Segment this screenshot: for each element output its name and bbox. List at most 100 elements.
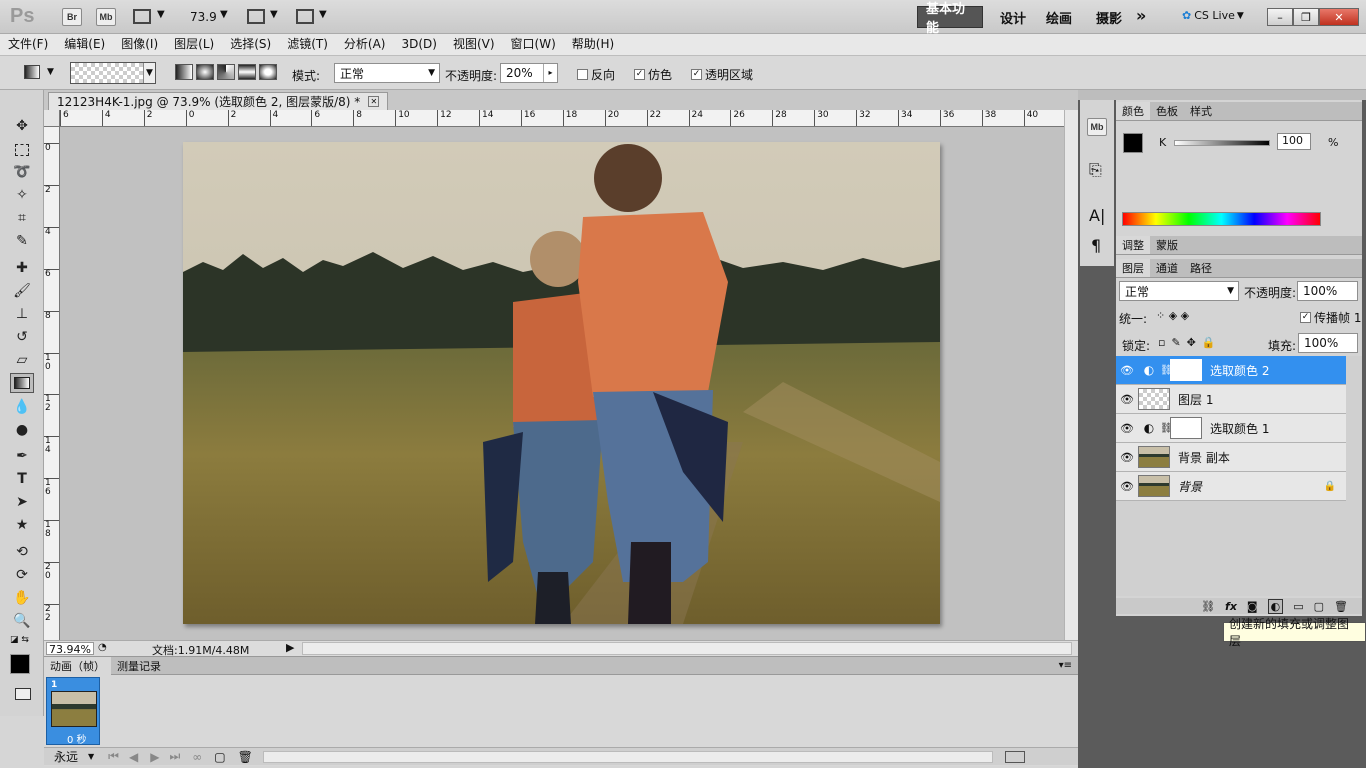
history-panel-icon[interactable]: ⎘ bbox=[1089, 160, 1102, 180]
link-layers-icon[interactable]: ⛓ bbox=[1201, 600, 1215, 613]
type-tool-icon[interactable]: T bbox=[10, 469, 34, 489]
close-tab-icon[interactable]: ✕ bbox=[368, 96, 380, 107]
reflected-gradient-icon[interactable] bbox=[238, 64, 256, 80]
default-colors-icon[interactable]: ◪ ⇆ bbox=[10, 635, 29, 645]
path-selection-tool-icon[interactable]: ➤ bbox=[10, 492, 34, 512]
first-frame-icon[interactable]: ⏮ bbox=[108, 749, 119, 764]
layer-row-layer-1[interactable]: 👁 图层 1 bbox=[1116, 385, 1346, 414]
opacity-input[interactable]: 20% ▸ bbox=[500, 63, 558, 83]
status-menu-arrow-icon[interactable]: ▶ bbox=[286, 641, 294, 654]
canvas-area[interactable] bbox=[60, 127, 1064, 640]
menu-file[interactable]: 文件(F) bbox=[0, 34, 56, 55]
panel-menu-icon[interactable]: ▾≡ bbox=[1059, 660, 1072, 671]
tab-layers[interactable]: 图层 bbox=[1116, 259, 1150, 277]
propagate-frame-checkbox[interactable]: ✓ 传播帧 1 bbox=[1300, 309, 1361, 326]
fill-input[interactable]: 100% bbox=[1298, 333, 1358, 353]
new-group-icon[interactable]: ▭ bbox=[1293, 600, 1303, 613]
workspace-essentials[interactable]: 基本功能 bbox=[917, 2, 983, 36]
screen-mode-icon[interactable] bbox=[296, 9, 314, 24]
visibility-eye-icon[interactable]: 👁 bbox=[1116, 422, 1138, 435]
layer-mask-thumbnail[interactable] bbox=[1170, 417, 1202, 439]
color-spectrum[interactable] bbox=[1122, 212, 1321, 226]
add-mask-icon[interactable]: ◙ bbox=[1247, 600, 1258, 613]
transparency-checkbox[interactable]: ✓ 透明区域 bbox=[691, 66, 753, 83]
layer-style-icon[interactable]: fx bbox=[1225, 600, 1237, 613]
animation-frame[interactable]: 1 0 秒 bbox=[46, 677, 100, 746]
next-frame-icon[interactable]: ⏭ bbox=[169, 749, 180, 764]
workspace-painting[interactable]: 绘画 bbox=[1038, 6, 1080, 28]
menu-analysis[interactable]: 分析(A) bbox=[336, 34, 394, 55]
lasso-tool-icon[interactable]: ➰ bbox=[10, 162, 34, 182]
menu-layer[interactable]: 图层(L) bbox=[166, 34, 222, 55]
status-options-icon[interactable]: ◔ bbox=[98, 642, 107, 653]
bridge-button[interactable]: Br bbox=[62, 8, 82, 26]
delete-frame-icon[interactable]: 🗑 bbox=[238, 750, 253, 764]
tab-measurement-log[interactable]: 测量记录 bbox=[111, 657, 167, 675]
tab-masks[interactable]: 蒙版 bbox=[1150, 236, 1184, 254]
shape-tool-icon[interactable]: ★ bbox=[10, 515, 34, 535]
clone-stamp-tool-icon[interactable]: ⊥ bbox=[10, 304, 34, 324]
history-brush-tool-icon[interactable]: ↺ bbox=[10, 327, 34, 347]
new-frame-icon[interactable]: ▢ bbox=[214, 750, 225, 764]
zoom-tool-icon[interactable]: 🔍 bbox=[10, 611, 34, 631]
eraser-tool-icon[interactable]: ▱ bbox=[10, 350, 34, 370]
link-chain-icon[interactable]: ⛓ bbox=[1160, 365, 1173, 376]
layer-opacity-input[interactable]: 100% bbox=[1297, 281, 1358, 301]
menu-view[interactable]: 视图(V) bbox=[445, 34, 503, 55]
new-adjustment-layer-icon[interactable]: ◐ bbox=[1267, 598, 1284, 614]
horizontal-scrollbar[interactable] bbox=[302, 642, 1072, 655]
workspace-design[interactable]: 设计 bbox=[992, 6, 1034, 28]
radial-gradient-icon[interactable] bbox=[196, 64, 214, 80]
gradient-dropdown-icon[interactable]: ▼ bbox=[143, 63, 155, 83]
layer-mask-thumbnail[interactable] bbox=[1170, 359, 1202, 381]
chevron-down-icon[interactable]: ▼ bbox=[47, 67, 54, 77]
opacity-slider-icon[interactable]: ▸ bbox=[543, 64, 557, 82]
quick-mask-icon[interactable] bbox=[15, 688, 31, 700]
chevron-down-icon[interactable]: ▼ bbox=[270, 9, 278, 20]
k-slider[interactable] bbox=[1174, 140, 1270, 146]
delete-layer-icon[interactable]: 🗑 bbox=[1334, 600, 1348, 613]
3d-rotate-tool-icon[interactable]: ⟲ bbox=[10, 542, 34, 562]
minibridge-panel-icon[interactable]: Mb bbox=[1087, 118, 1107, 136]
zoom-dropdown-icon[interactable]: ▼ bbox=[220, 9, 228, 20]
chevron-down-icon[interactable]: ▼ bbox=[319, 9, 327, 20]
tab-adjustments[interactable]: 调整 bbox=[1116, 236, 1150, 254]
unify-icons[interactable]: ⁘ ◈ ◈ bbox=[1156, 309, 1189, 322]
foreground-color-swatch[interactable] bbox=[1123, 133, 1143, 153]
close-button[interactable]: ✕ bbox=[1319, 8, 1359, 26]
mode-select[interactable]: 正常 ▼ bbox=[334, 63, 440, 83]
layer-row-background[interactable]: 👁 背景 🔒 bbox=[1116, 472, 1346, 501]
loop-select[interactable]: 永远 bbox=[54, 748, 78, 765]
gradient-tool-icon[interactable] bbox=[10, 373, 34, 393]
document-image[interactable] bbox=[183, 142, 940, 624]
menu-help[interactable]: 帮助(H) bbox=[564, 34, 622, 55]
k-value-input[interactable]: 100 bbox=[1277, 133, 1311, 150]
visibility-eye-icon[interactable]: 👁 bbox=[1116, 364, 1138, 377]
arrange-documents-icon[interactable] bbox=[247, 9, 265, 24]
blend-mode-select[interactable]: 正常 ▼ bbox=[1119, 281, 1239, 301]
workspace-photography[interactable]: 摄影 bbox=[1088, 6, 1130, 28]
minibridge-button[interactable]: Mb bbox=[96, 8, 116, 26]
layer-row-background-copy[interactable]: 👁 背景 副本 bbox=[1116, 443, 1346, 472]
layer-row-selective-color-1[interactable]: 👁 ◐ ⛓ 选取颜色 1 bbox=[1116, 414, 1346, 443]
tween-icon[interactable]: ∞ bbox=[192, 750, 202, 764]
paragraph-panel-icon[interactable]: ¶ bbox=[1091, 236, 1101, 255]
tab-animation-frames[interactable]: 动画（帧） bbox=[44, 656, 111, 675]
zoom-field[interactable]: 73.94% bbox=[46, 642, 94, 656]
document-tab[interactable]: 12123H4K-1.jpg @ 73.9% (选取颜色 2, 图层蒙版/8) … bbox=[48, 92, 389, 110]
brush-tool-icon[interactable]: 🖌 bbox=[10, 281, 34, 301]
3d-orbit-tool-icon[interactable]: ⟳ bbox=[10, 565, 34, 585]
visibility-eye-icon[interactable]: 👁 bbox=[1116, 393, 1138, 406]
menu-edit[interactable]: 编辑(E) bbox=[56, 34, 113, 55]
frame-delay[interactable]: 0 秒 bbox=[67, 731, 87, 746]
hand-tool-icon[interactable]: ✋ bbox=[10, 588, 34, 608]
tab-swatches[interactable]: 色板 bbox=[1150, 102, 1184, 120]
chevron-down-icon[interactable]: ▼ bbox=[88, 752, 94, 761]
diamond-gradient-icon[interactable] bbox=[259, 64, 277, 80]
healing-brush-tool-icon[interactable]: ✚ bbox=[10, 258, 34, 278]
menu-image[interactable]: 图像(I) bbox=[113, 34, 166, 55]
lock-icons[interactable]: ▫✎✥🔒 bbox=[1158, 336, 1222, 349]
eyedropper-tool-icon[interactable]: ✎ bbox=[10, 231, 34, 251]
ruler-origin[interactable] bbox=[44, 110, 60, 127]
zoom-level[interactable]: 73.9 bbox=[190, 10, 217, 24]
